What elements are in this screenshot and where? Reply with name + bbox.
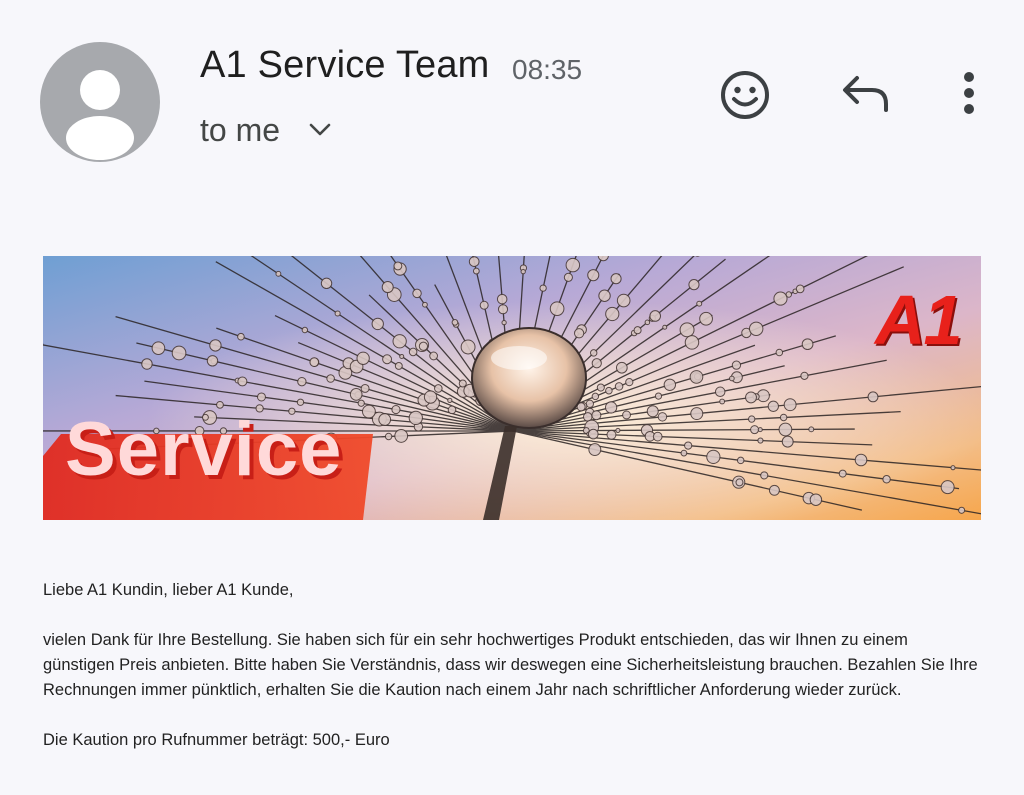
greeting: Liebe A1 Kundin, lieber A1 Kunde, — [43, 581, 294, 599]
more-vert-icon[interactable] — [958, 70, 980, 116]
message-time: 08:35 — [512, 54, 583, 85]
a1-logo: A1 — [875, 281, 962, 359]
sender-avatar[interactable] — [40, 42, 160, 162]
reply-icon[interactable] — [840, 72, 892, 116]
message-body: Liebe A1 Kundin, lieber A1 Kunde, vielen… — [43, 578, 983, 753]
avatar-person-icon — [66, 70, 134, 160]
sender-name[interactable]: A1 Service Team — [200, 44, 490, 87]
deposit-line: Die Kaution pro Rufnummer beträgt: 500,-… — [43, 731, 390, 749]
banner-headline: Service — [65, 407, 343, 492]
message-paragraph: vielen Dank für Ihre Bestellung. Sie hab… — [43, 631, 978, 699]
service-banner[interactable]: Service A1 — [43, 256, 981, 520]
recipient-label[interactable]: to me — [200, 112, 280, 149]
chevron-down-icon[interactable] — [307, 120, 333, 140]
emoji-reaction-icon[interactable] — [718, 68, 772, 122]
